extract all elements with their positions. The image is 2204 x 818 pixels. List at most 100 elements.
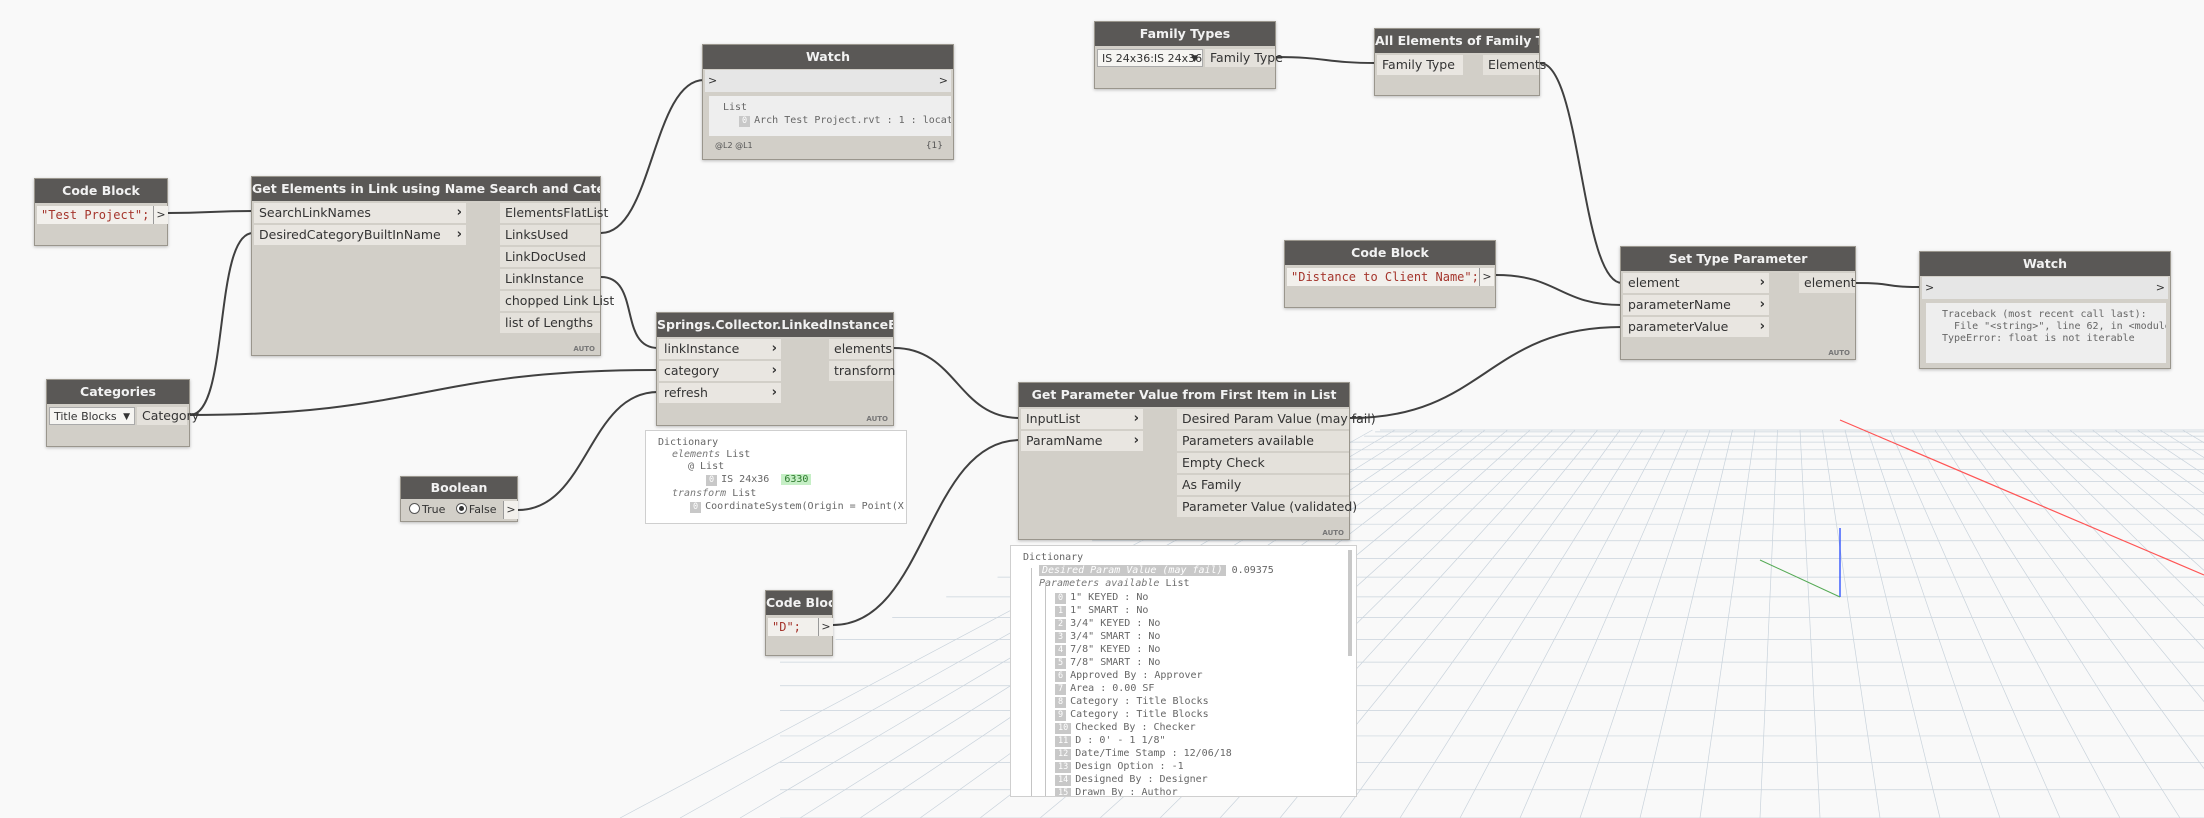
list-index: 0 [1055,593,1067,604]
input-port-param-name[interactable]: ParamName › [1021,431,1143,451]
list-item-text: Drawn By : Author [1075,787,1178,797]
list-index: 0 [706,475,718,486]
code-text[interactable]: "Test Project"; [37,206,155,224]
list-item-text: Design Option : -1 [1075,761,1184,772]
get-elements-in-link-node[interactable]: Get Elements in Link using Name Search a… [251,176,614,356]
preview-scrollbar[interactable] [1348,550,1352,656]
code-text[interactable]: "D"; [768,618,820,636]
parameter-list-item: 3 3/4" SMART : No [1055,631,1160,643]
radio-true[interactable] [409,503,420,514]
list-item-text: Area : 0.00 SF [1070,683,1155,694]
dropdown-value: IS 24x36:IS 24x36 [1102,52,1203,65]
input-port-parameter-value[interactable]: parameterValue › [1623,317,1769,337]
output-port-links-used[interactable]: LinksUsed [500,225,600,245]
element-id-badge: 6330 [781,474,812,485]
boolean-output-port[interactable]: > [503,501,518,519]
output-port-empty-check[interactable]: Empty Check [1177,453,1349,473]
chevron-right-icon: › [1759,319,1765,334]
watch-port-bar: > > [705,70,951,92]
watch-input-port[interactable]: > [708,70,717,92]
input-port-input-list[interactable]: InputList › [1021,409,1143,429]
node-title: Watch [1920,252,2170,276]
input-port-desired-category[interactable]: DesiredCategoryBuiltInName › [254,225,466,245]
parameter-list-item: 8 Category : Title Blocks [1055,696,1209,708]
output-port-transform[interactable]: transform [829,361,895,381]
linked-instance-elements-node[interactable]: Springs.Collector.LinkedInstanceElements… [656,312,895,426]
preview-header: Dictionary [1023,552,1084,563]
boolean-toggle[interactable]: True False [409,503,497,516]
input-port-category[interactable]: category › [659,361,781,381]
watch-levels[interactable]: @L2 @L1 [715,141,753,150]
code-block-output-port[interactable]: > [1479,268,1494,286]
family-type-dropdown[interactable]: IS 24x36:IS 24x36 ▼ [1097,49,1203,67]
list-item-text: CoordinateSystem(Origin = Point(X [705,501,904,512]
boolean-node[interactable]: Boolean True False > [400,476,518,522]
get-parameter-value-node[interactable]: Get Parameter Value from First Item in L… [1018,382,1376,540]
output-port-elements-flat-list[interactable]: ElementsFlatList [500,203,608,223]
preview-line: transform List [672,488,756,499]
watch-list-item: 0 Arch Test Project.rvt : 1 : locat [739,115,951,127]
set-type-parameter-node[interactable]: Set Type Parameter element › parameterNam… [1620,246,1856,360]
output-port-chopped-link-list[interactable]: chopped Link List [500,291,614,311]
list-item-text: 7/8" KEYED : No [1070,644,1161,655]
output-port-desired-param-value[interactable]: Desired Param Value (may fail) [1177,409,1376,429]
watch-output-port[interactable]: > [939,70,948,92]
output-port-list-of-lengths[interactable]: list of Lengths [500,313,600,333]
output-port-elements[interactable]: Elements [1483,55,1546,75]
watch-node-links[interactable]: Watch > > List 0 Arch Test Project.rvt : … [702,44,954,160]
chevron-right-icon: › [1759,297,1765,312]
list-index: 3 [1055,632,1067,643]
list-index: 11 [1055,736,1072,747]
output-port-as-family[interactable]: As Family [1177,475,1349,495]
category-dropdown[interactable]: Title Blocks ▼ [49,407,135,425]
code-block-distance-to-client-name[interactable]: Code Block "Distance to Client Name"; > [1284,240,1496,308]
auto-lacing-label: AUTO [573,345,595,353]
input-port-search-link-names[interactable]: SearchLinkNames › [254,203,466,223]
radio-false[interactable] [455,503,467,514]
all-elements-of-family-type-node[interactable]: All Elements of Family Type Family Type … [1374,28,1546,96]
input-port-parameter-name[interactable]: parameterName › [1623,295,1769,315]
family-types-node[interactable]: Family Types IS 24x36:IS 24x36 ▼ Family T… [1094,21,1283,89]
list-item-text: Approved By : Approver [1070,670,1203,681]
categories-node[interactable]: Categories Title Blocks ▼ Category [46,379,199,447]
watch-node-error[interactable]: Watch > > Traceback (most recent call la… [1919,251,2171,369]
parameter-list-item: 7 Area : 0.00 SF [1055,683,1154,695]
code-block-output-port[interactable]: > [818,618,833,636]
list-item-text: 1" SMART : No [1070,605,1149,616]
input-port-link-instance[interactable]: linkInstance › [659,339,781,359]
output-port-family-type[interactable]: Family Type [1205,49,1283,67]
code-block-output-port[interactable]: > [153,206,168,224]
code-text[interactable]: "Distance to Client Name"; [1287,268,1481,286]
port-label: DesiredCategoryBuiltInName [259,227,441,242]
output-port-element[interactable]: element [1799,273,1856,293]
parameter-list-item: 11 D : 0' - 1 1/8" [1055,735,1166,747]
list-item-text: 3/4" KEYED : No [1070,618,1161,629]
output-port-parameters-available[interactable]: Parameters available [1177,431,1349,451]
list-item-text: IS 24x36 [721,474,770,485]
preview-value: 0.09375 [1231,565,1274,576]
output-port-link-instance[interactable]: LinkInstance [500,269,600,289]
input-port-element[interactable]: element › [1623,273,1769,293]
traceback-line: File "<string>", line 62, in <module> [1942,321,2166,332]
parameter-list-item: 6 Approved By : Approver [1055,670,1203,682]
chevron-right-icon: › [456,227,462,242]
node-title: Watch [703,45,953,69]
output-port-link-doc-used[interactable]: LinkDocUsed [500,247,600,267]
chevron-right-icon: › [771,385,777,400]
output-port-category[interactable]: Category [137,407,199,425]
output-port-parameter-value-validated[interactable]: Parameter Value (validated) [1177,497,1357,517]
watch-input-port[interactable]: > [1925,277,1934,299]
parameter-list-item: 0 1" KEYED : No [1055,592,1148,604]
watch-output-port[interactable]: > [2156,277,2165,299]
port-label: parameterName [1628,297,1731,312]
node-title: Family Types [1095,22,1275,46]
input-port-refresh[interactable]: refresh › [659,383,781,403]
output-port-elements[interactable]: elements [829,339,893,359]
port-label: category [664,363,720,378]
code-block-test-project[interactable]: Code Block "Test Project"; > [34,178,168,246]
code-block-d[interactable]: Code Block "D"; > [765,590,833,656]
input-port-family-type[interactable]: Family Type [1377,55,1463,75]
linked-elements-preview: Dictionary elements List @ List 0 IS 24x3… [645,430,907,524]
list-index: 6 [1055,671,1067,682]
list-item-text: Checked By : Checker [1075,722,1196,733]
